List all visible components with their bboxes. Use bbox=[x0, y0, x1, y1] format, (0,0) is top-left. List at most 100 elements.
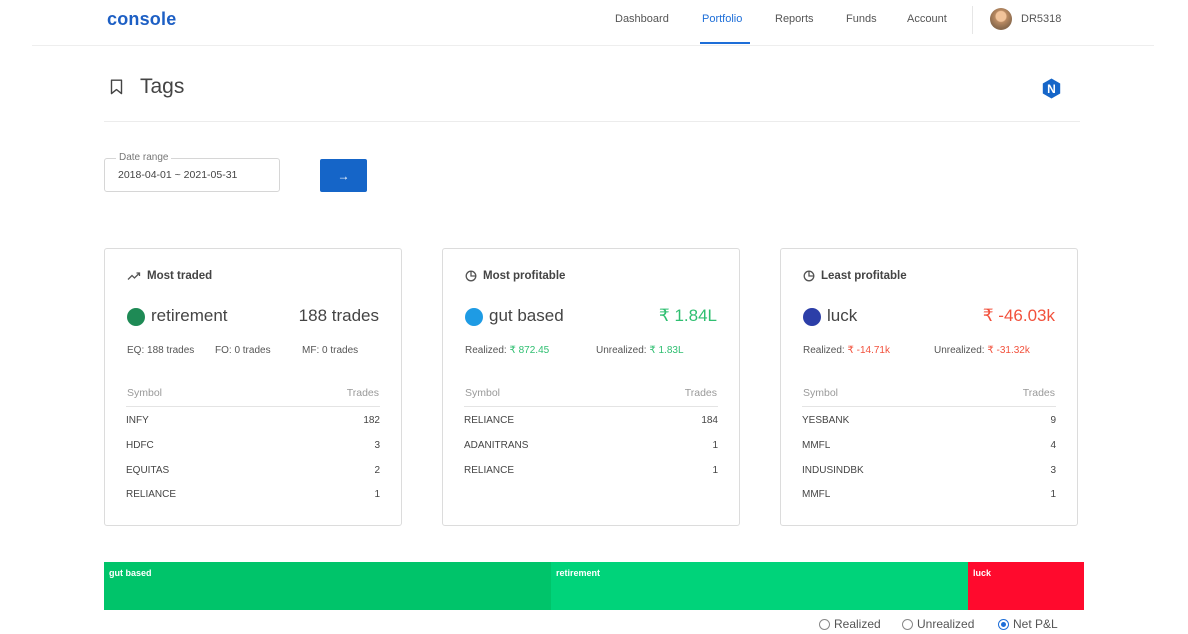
fo-stat: FO: 0 trades bbox=[215, 345, 271, 356]
user-avatar[interactable] bbox=[990, 8, 1012, 30]
table-row: YESBANK 9 bbox=[802, 415, 1056, 431]
tag-color-dot bbox=[127, 308, 145, 326]
row-trades: 1 bbox=[712, 465, 718, 476]
row-trades: 9 bbox=[1050, 415, 1056, 426]
card-heading-label: Least profitable bbox=[821, 270, 907, 282]
table-divider bbox=[802, 406, 1056, 407]
row-symbol: INDUSINDBK bbox=[802, 465, 864, 476]
table-row: MMFL 1 bbox=[802, 489, 1056, 505]
row-symbol: HDFC bbox=[126, 440, 154, 451]
tag-name[interactable]: gut based bbox=[489, 306, 564, 326]
nav-account[interactable]: Account bbox=[907, 13, 947, 25]
realized-value: ₹ 872.45 bbox=[509, 345, 550, 356]
tag-color-dot bbox=[465, 308, 483, 326]
card-heading: Most traded bbox=[127, 270, 212, 282]
row-trades: 4 bbox=[1050, 440, 1056, 451]
realized-value: ₹ -14.71k bbox=[847, 345, 890, 356]
row-symbol: RELIANCE bbox=[464, 465, 515, 476]
column-header-symbol: Symbol bbox=[127, 387, 163, 399]
unrealized-stat: Unrealized: ₹ 1.83L bbox=[596, 345, 684, 356]
radio-label[interactable]: Realized bbox=[834, 617, 881, 631]
row-trades: 2 bbox=[374, 465, 380, 476]
table-row: INFY 182 bbox=[126, 415, 380, 431]
column-header-trades: Trades bbox=[684, 387, 717, 399]
table-row: RELIANCE 1 bbox=[126, 489, 380, 505]
radio-circle-checked[interactable] bbox=[998, 618, 1009, 630]
arrow-right-icon: → bbox=[337, 168, 350, 183]
nudge-badge-icon[interactable]: N bbox=[1041, 78, 1062, 99]
unrealized-label: Unrealized: bbox=[934, 345, 988, 356]
top-navbar: console Dashboard Portfolio Reports Fund… bbox=[0, 0, 1188, 46]
column-header-symbol: Symbol bbox=[803, 387, 839, 399]
column-header-symbol: Symbol bbox=[465, 387, 501, 399]
pie-chart-icon bbox=[465, 270, 477, 282]
row-trades: 1 bbox=[712, 440, 718, 451]
unrealized-value: ₹ -31.32k bbox=[987, 345, 1030, 356]
active-nav-indicator bbox=[700, 42, 750, 44]
realized-label: Realized: bbox=[465, 345, 510, 356]
trending-up-icon bbox=[127, 272, 141, 280]
tag-value: ₹ 1.84L bbox=[658, 306, 717, 325]
radio-realized[interactable]: Realized bbox=[819, 617, 881, 631]
card-heading: Most profitable bbox=[465, 270, 565, 282]
row-symbol: ADANITRANS bbox=[464, 440, 529, 451]
tag-name[interactable]: luck bbox=[827, 306, 857, 326]
tag-value: ₹ -46.03k bbox=[982, 306, 1055, 325]
pnl-segment-gut-based[interactable]: gut based bbox=[104, 562, 551, 610]
row-trades: 3 bbox=[1050, 465, 1056, 476]
table-row: EQUITAS 2 bbox=[126, 465, 380, 481]
radio-label[interactable]: Net P&L bbox=[1013, 617, 1058, 631]
eq-stat: EQ: 188 trades bbox=[127, 345, 195, 356]
card-heading-label: Most traded bbox=[147, 270, 213, 282]
row-trades: 1 bbox=[1050, 489, 1056, 500]
least-profitable-card: Least profitable luck ₹ -46.03k Realized… bbox=[780, 248, 1078, 526]
tag-color-dot bbox=[803, 308, 821, 326]
row-trades: 184 bbox=[701, 415, 718, 426]
tag-name[interactable]: retirement bbox=[151, 306, 228, 326]
pie-chart-icon bbox=[803, 270, 815, 282]
table-row: MMFL 4 bbox=[802, 440, 1056, 456]
radio-label[interactable]: Unrealized bbox=[917, 617, 974, 631]
radio-circle[interactable] bbox=[902, 618, 913, 630]
header-divider bbox=[32, 45, 1154, 46]
row-symbol: MMFL bbox=[802, 440, 831, 451]
most-profitable-card: Most profitable gut based ₹ 1.84L Realiz… bbox=[442, 248, 740, 526]
date-range-value[interactable]: 2018-04-01 ~ 2021-05-31 bbox=[118, 169, 237, 181]
title-divider bbox=[104, 121, 1080, 122]
row-symbol: INFY bbox=[126, 415, 149, 426]
apply-date-button[interactable]: → bbox=[320, 159, 367, 192]
page-title: Tags bbox=[140, 75, 185, 98]
row-trades: 182 bbox=[363, 415, 380, 426]
user-id[interactable]: DR5318 bbox=[1021, 13, 1061, 25]
unrealized-label: Unrealized: bbox=[596, 345, 650, 356]
bookmark-icon bbox=[110, 79, 123, 95]
svg-text:N: N bbox=[1047, 82, 1056, 96]
radio-unrealized[interactable]: Unrealized bbox=[902, 617, 974, 631]
nav-funds[interactable]: Funds bbox=[846, 13, 877, 25]
table-row: RELIANCE 184 bbox=[464, 415, 718, 431]
realized-stat: Realized: ₹ -14.71k bbox=[803, 345, 890, 356]
most-traded-card: Most traded retirement 188 trades EQ: 18… bbox=[104, 248, 402, 526]
table-divider bbox=[126, 406, 380, 407]
date-range-label: Date range bbox=[116, 152, 172, 163]
card-heading-label: Most profitable bbox=[483, 270, 566, 282]
table-divider bbox=[464, 406, 718, 407]
column-header-trades: Trades bbox=[1022, 387, 1055, 399]
unrealized-value: ₹ 1.83L bbox=[649, 345, 684, 356]
nav-reports[interactable]: Reports bbox=[775, 13, 814, 25]
row-symbol: RELIANCE bbox=[126, 489, 177, 500]
tag-value: 188 trades bbox=[298, 306, 379, 325]
console-logo[interactable]: console bbox=[107, 9, 176, 30]
nav-portfolio[interactable]: Portfolio bbox=[702, 13, 742, 25]
nav-dashboard[interactable]: Dashboard bbox=[615, 13, 669, 25]
row-symbol: MMFL bbox=[802, 489, 831, 500]
nav-divider bbox=[972, 6, 973, 34]
row-symbol: EQUITAS bbox=[126, 465, 170, 476]
pnl-segment-retirement[interactable]: retirement bbox=[551, 562, 968, 610]
table-row: ADANITRANS 1 bbox=[464, 440, 718, 456]
pnl-segment-luck[interactable]: luck bbox=[968, 562, 1084, 610]
row-trades: 3 bbox=[374, 440, 380, 451]
radio-net-pnl[interactable]: Net P&L bbox=[998, 617, 1058, 631]
row-symbol: YESBANK bbox=[802, 415, 850, 426]
radio-circle[interactable] bbox=[819, 618, 830, 630]
